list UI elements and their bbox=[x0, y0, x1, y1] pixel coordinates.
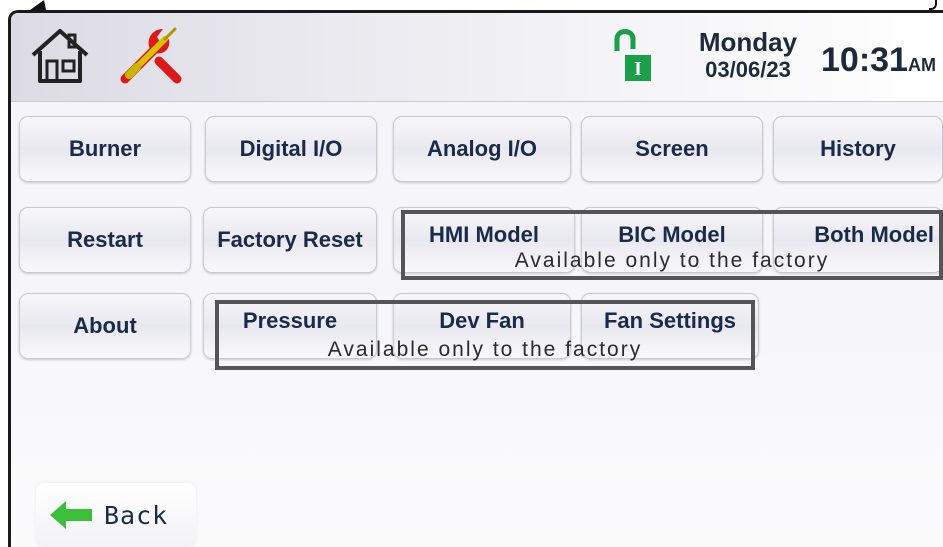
burner-button[interactable]: Burner bbox=[19, 116, 191, 182]
clock: 10:31AM bbox=[821, 41, 936, 80]
history-button[interactable]: History bbox=[773, 116, 943, 182]
about-button[interactable]: About bbox=[19, 293, 191, 359]
screen-button[interactable]: Screen bbox=[581, 116, 763, 182]
factory-only-note: Available only to the factory bbox=[327, 338, 643, 361]
bezel-corner-mark bbox=[30, 0, 46, 10]
back-button[interactable]: Back bbox=[36, 483, 196, 547]
bezel-corner-mark bbox=[929, 0, 937, 10]
ampm-label: AM bbox=[907, 55, 936, 75]
tools-icon[interactable] bbox=[115, 21, 185, 91]
date-label: 03/06/23 bbox=[705, 57, 791, 82]
lock-letter: I bbox=[634, 58, 642, 80]
back-arrow-icon bbox=[50, 501, 92, 529]
day-label: Monday bbox=[698, 27, 798, 57]
back-label: Back bbox=[104, 500, 169, 530]
hmi-screen: I Monday 03/06/23 10:31AM Burner Digital… bbox=[8, 10, 943, 547]
header-bar: I Monday 03/06/23 10:31AM bbox=[11, 13, 943, 102]
home-icon[interactable] bbox=[25, 21, 95, 91]
analog-io-button[interactable]: Analog I/O bbox=[393, 116, 571, 182]
factory-reset-button[interactable]: Factory Reset bbox=[203, 207, 377, 273]
restart-button[interactable]: Restart bbox=[19, 207, 191, 273]
unlocked-padlock-icon[interactable]: I bbox=[611, 27, 657, 83]
digital-io-button[interactable]: Digital I/O bbox=[205, 116, 377, 182]
factory-only-note: Available only to the factory bbox=[514, 249, 830, 272]
time-label: 10:31 bbox=[821, 41, 908, 79]
